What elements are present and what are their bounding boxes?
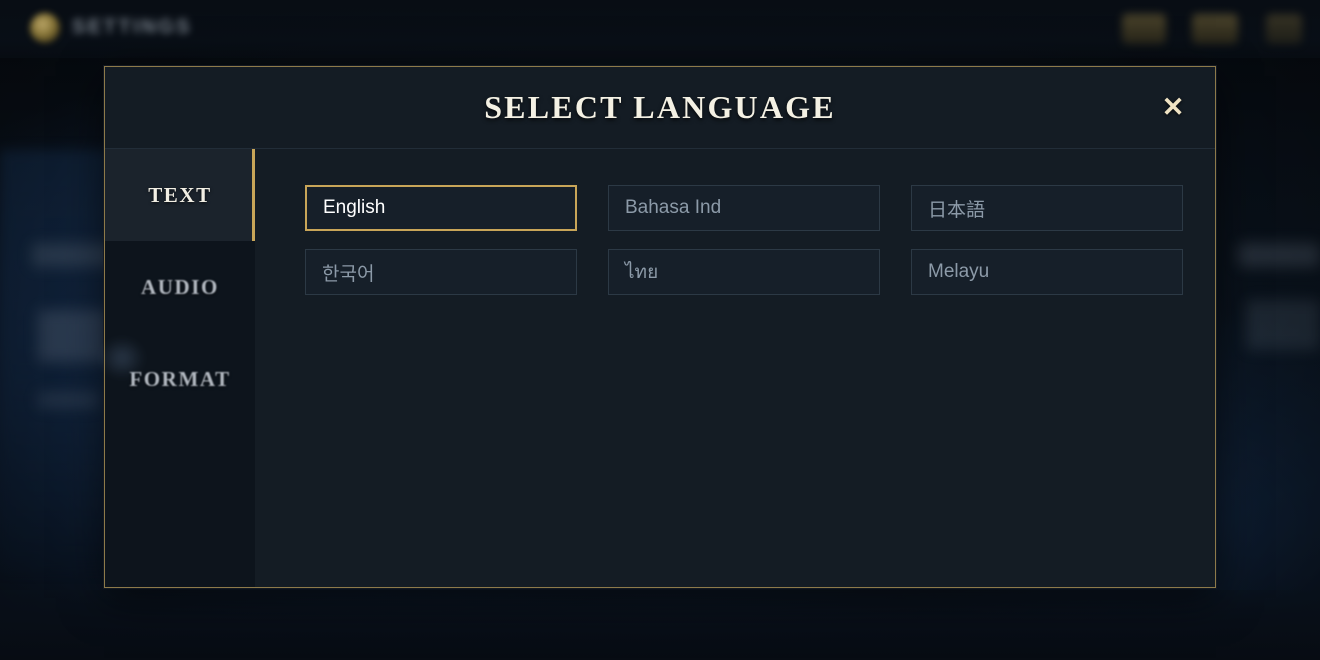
- modal-body: TEXT AUDIO FORMAT English Bahasa Ind 日本語…: [105, 149, 1215, 587]
- sidebar-item-audio[interactable]: AUDIO: [105, 241, 255, 333]
- language-option-japanese[interactable]: 日本語: [911, 185, 1183, 231]
- resource-counter-2[interactable]: [1192, 14, 1238, 44]
- top-header-bar: SETTINGS: [0, 0, 1320, 58]
- language-option-korean[interactable]: 한국어: [305, 249, 577, 295]
- settings-sidebar: TEXT AUDIO FORMAT: [105, 149, 255, 587]
- modal-header: SELECT LANGUAGE ✕: [105, 67, 1215, 149]
- resource-counter-1[interactable]: [1122, 14, 1166, 44]
- sidebar-item-label: FORMAT: [129, 366, 231, 391]
- page-title: SETTINGS: [72, 16, 193, 38]
- close-icon[interactable]: ✕: [1155, 90, 1191, 126]
- language-content-area: English Bahasa Ind 日本語 한국어 ไทย Melayu: [255, 149, 1215, 587]
- language-option-bahasa-ind[interactable]: Bahasa Ind: [608, 185, 880, 231]
- game-logo-icon[interactable]: [30, 13, 60, 43]
- language-option-melayu[interactable]: Melayu: [911, 249, 1183, 295]
- sidebar-item-format[interactable]: FORMAT: [105, 333, 255, 425]
- sidebar-item-label: AUDIO: [140, 274, 219, 299]
- sidebar-item-label: TEXT: [148, 182, 212, 207]
- sidebar-item-text[interactable]: TEXT: [105, 149, 255, 241]
- modal-title: SELECT LANGUAGE: [484, 89, 836, 125]
- language-option-english[interactable]: English: [305, 185, 577, 231]
- language-option-thai[interactable]: ไทย: [608, 249, 880, 295]
- select-language-modal: SELECT LANGUAGE ✕ TEXT AUDIO FORMAT Engl…: [104, 66, 1216, 588]
- game-screen: SETTINGS SHOP CONTINUE MAIL CHAT RAID LI…: [0, 0, 1320, 660]
- language-grid: English Bahasa Ind 日本語 한국어 ไทย Melayu: [305, 185, 1185, 295]
- bottom-navigation-bar: SHOP CONTINUE MAIL CHAT RAID LIST: [0, 590, 1320, 660]
- resource-counter-3[interactable]: [1266, 14, 1302, 44]
